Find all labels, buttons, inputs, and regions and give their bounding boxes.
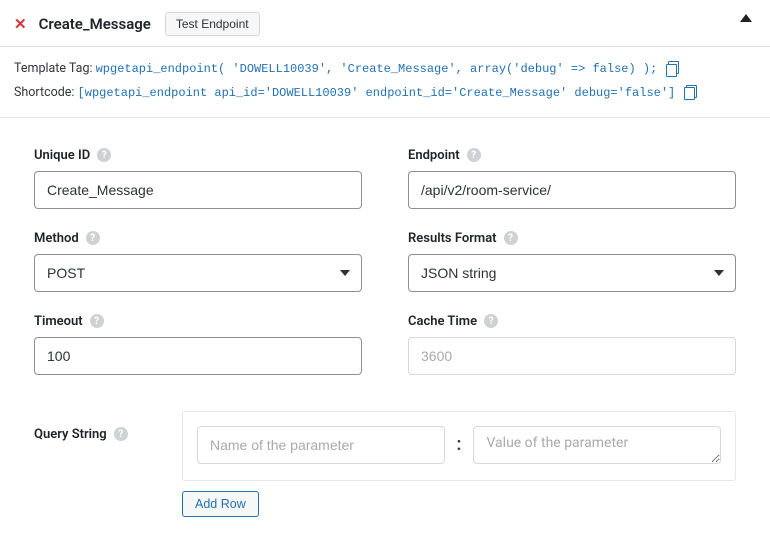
panel-header: ✕ Create_Message Test Endpoint (0, 0, 770, 47)
collapse-up-icon[interactable] (740, 14, 752, 22)
shortcode-code: [wpgetapi_endpoint api_id='DOWELL10039' … (78, 86, 676, 100)
help-icon[interactable]: ? (97, 148, 111, 162)
endpoint-label: Endpoint ? (408, 148, 736, 163)
query-string-section: Query String ? : Add Row (0, 401, 770, 537)
cache-time-label: Cache Time ? (408, 314, 736, 329)
endpoint-input[interactable] (408, 171, 736, 209)
help-icon[interactable]: ? (114, 427, 128, 441)
label-text: Endpoint (408, 148, 460, 163)
results-format-label: Results Format ? (408, 231, 736, 246)
label-text: Query String (34, 427, 107, 442)
add-row-button[interactable]: Add Row (182, 491, 259, 517)
test-endpoint-button[interactable]: Test Endpoint (165, 12, 260, 36)
param-name-input[interactable] (197, 426, 445, 464)
help-icon[interactable]: ? (86, 231, 100, 245)
method-label: Method ? (34, 231, 362, 246)
endpoint-title: Create_Message (39, 15, 151, 33)
unique-id-input[interactable] (34, 171, 362, 209)
label-text: Unique ID (34, 148, 90, 163)
code-snippets: Template Tag: wpgetapi_endpoint( 'DOWELL… (0, 47, 770, 118)
close-icon[interactable]: ✕ (14, 17, 27, 32)
shortcode-label: Shortcode: (14, 85, 78, 100)
unique-id-label: Unique ID ? (34, 148, 362, 163)
timeout-input[interactable] (34, 337, 362, 375)
fields-area: Unique ID ? Endpoint ? Method ? (0, 118, 770, 401)
copy-icon[interactable] (666, 61, 679, 74)
help-icon[interactable]: ? (90, 314, 104, 328)
template-tag-code: wpgetapi_endpoint( 'DOWELL10039', 'Creat… (96, 62, 658, 76)
method-select[interactable] (34, 254, 362, 292)
template-tag-line: Template Tag: wpgetapi_endpoint( 'DOWELL… (14, 57, 756, 81)
colon-separator: : (455, 434, 464, 455)
query-string-label: Query String ? (34, 411, 152, 442)
help-icon[interactable]: ? (504, 231, 518, 245)
template-tag-label: Template Tag: (14, 61, 96, 76)
param-value-input[interactable] (473, 426, 721, 464)
label-text: Timeout (34, 314, 83, 329)
timeout-label: Timeout ? (34, 314, 362, 329)
label-text: Method (34, 231, 79, 246)
copy-icon[interactable] (684, 85, 697, 98)
help-icon[interactable]: ? (467, 148, 481, 162)
cache-time-input[interactable] (408, 337, 736, 375)
label-text: Results Format (408, 231, 497, 246)
query-string-row: : (182, 411, 736, 481)
help-icon[interactable]: ? (484, 314, 498, 328)
label-text: Cache Time (408, 314, 477, 329)
results-format-select[interactable] (408, 254, 736, 292)
shortcode-line: Shortcode: [wpgetapi_endpoint api_id='DO… (14, 81, 756, 105)
